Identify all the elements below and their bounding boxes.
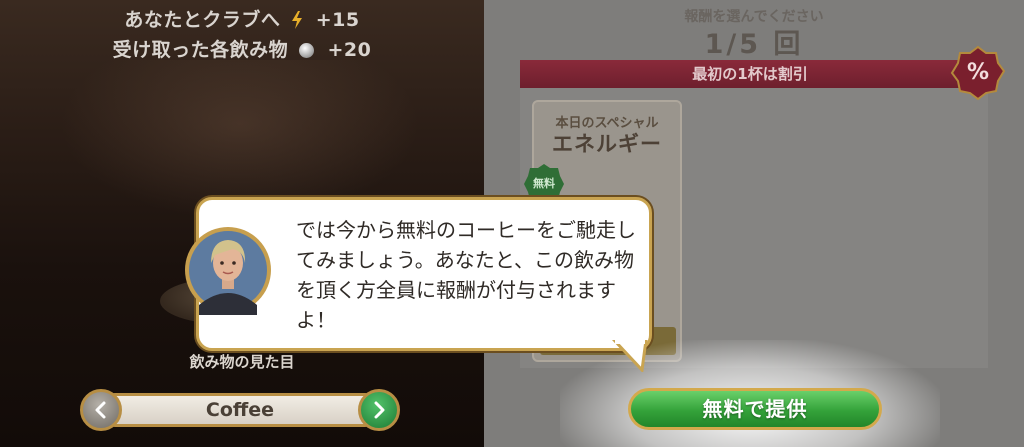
percent-symbol: % [966,60,990,85]
dialog-message: では今から無料のコーヒーをご馳走してみましょう。あなたと、この飲み物を頂く方全員… [296,218,636,332]
drinks-reward-line: 受け取った各飲み物 +20 [0,35,484,62]
special-card-title: エネルギー [552,132,662,156]
hostess-portrait [183,225,273,315]
drinks-reward-amount: +20 [327,39,372,61]
discount-banner: 最初の1杯は割引 [520,60,980,88]
selector-value: Coffee [205,399,275,421]
reward-counter: 1/5 回 [704,29,804,60]
drink-appearance-label: 飲み物の見た目 [189,353,295,371]
drinks-reward-label: 受け取った各飲み物 [112,39,289,61]
previous-appearance-button[interactable] [80,389,122,431]
club-reward-label: あなたとクラブへ [124,9,281,31]
dialog-tail [612,340,648,372]
club-reward-amount: +15 [315,9,360,31]
next-appearance-button[interactable] [358,389,400,431]
hostess-avatar-icon [185,227,271,315]
energy-bolt-icon [291,11,302,29]
chevron-right-icon [374,401,385,419]
background-glow [60,60,420,220]
drink-appearance-selector: Coffee [80,389,400,431]
silver-coin-icon [299,43,315,58]
club-reward-line: あなたとクラブへ +15 [0,5,484,32]
serve-free-button[interactable]: 無料で提供 [628,388,882,430]
chevron-left-icon [95,401,106,419]
discount-percent-badge: % [950,45,1006,101]
